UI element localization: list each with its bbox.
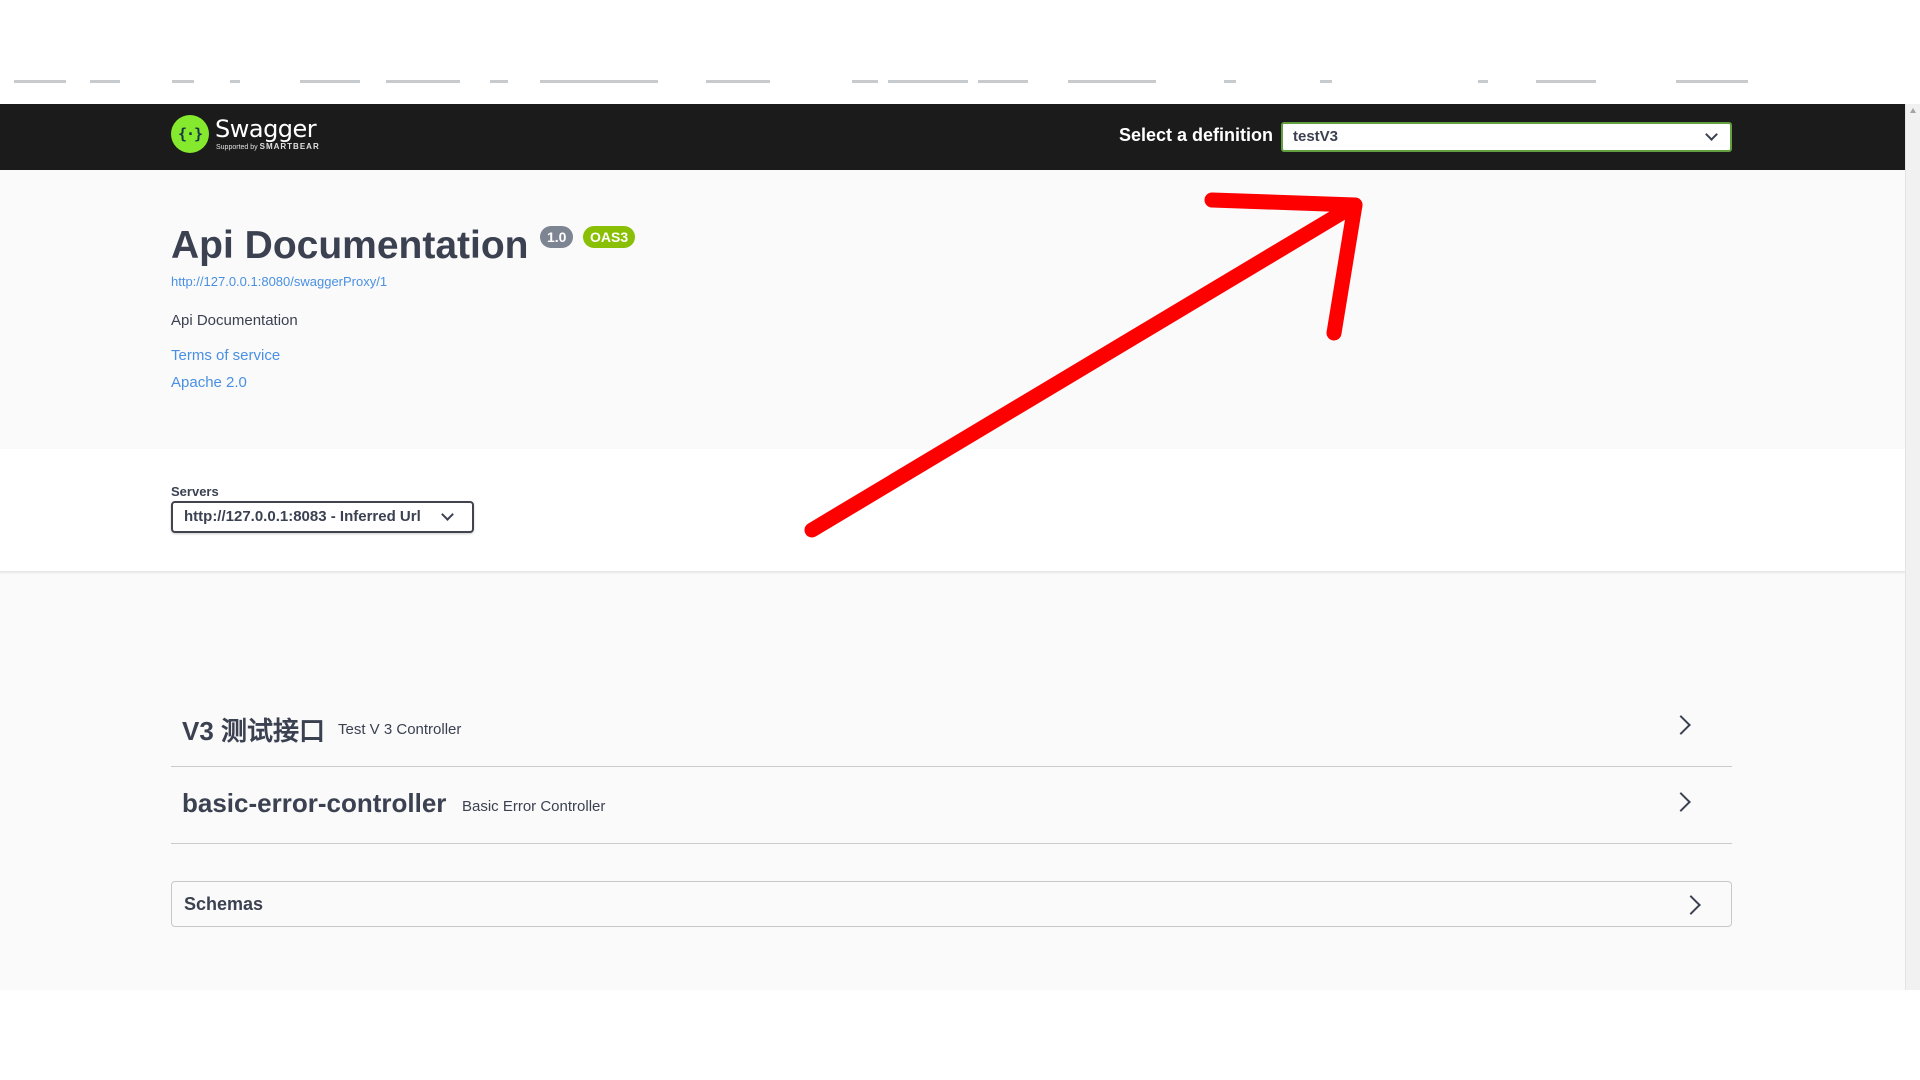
api-description: Api Documentation (171, 312, 298, 329)
page-scrollbar[interactable] (1905, 104, 1920, 990)
tag-name: basic-error-controller (182, 788, 447, 818)
swagger-logo[interactable]: {·} Swagger Supported by SMARTBEAR (171, 115, 320, 153)
logo-title: Swagger (215, 115, 317, 143)
license-link[interactable]: Apache 2.0 (171, 374, 247, 391)
servers-select[interactable]: http://127.0.0.1:8083 - Inferred Url (171, 501, 474, 533)
servers-section: Servers http://127.0.0.1:8083 - Inferred… (0, 449, 1905, 572)
chevron-down-icon (441, 508, 454, 521)
browser-bookmarks-bar (0, 80, 1905, 104)
definition-label: Select a definition (1119, 125, 1274, 145)
definition-select-value: testV3 (1293, 128, 1339, 145)
swagger-ui-page: {·} Swagger Supported by SMARTBEAR Selec… (0, 104, 1905, 990)
tag-description: Test V 3 Controller (338, 721, 462, 738)
oas-badge: OAS3 (583, 226, 636, 248)
schemas-title: Schemas (184, 894, 264, 914)
chevron-down-icon (1705, 128, 1718, 141)
chevron-right-icon[interactable] (1671, 715, 1691, 735)
logo-sub-prefix: Supported by (216, 144, 258, 151)
tag-name: V3 测试接口 (182, 716, 326, 746)
scroll-up-arrow-icon[interactable] (1910, 108, 1916, 113)
version-badge: 1.0 (540, 226, 574, 248)
logo-subtitle: Supported by SMARTBEAR (216, 142, 320, 152)
logo-text: Swagger Supported by SMARTBEAR (215, 116, 320, 152)
definition-select[interactable]: testV3 (1281, 122, 1732, 152)
tag-description: Basic Error Controller (462, 798, 606, 815)
screen: {·} Swagger Supported by SMARTBEAR Selec… (0, 0, 1920, 1080)
servers-select-value: http://127.0.0.1:8083 - Inferred Url (184, 508, 421, 525)
chevron-right-icon[interactable] (1671, 792, 1691, 812)
page-title: Api Documentation (171, 224, 529, 267)
tag-section-basic-error-controller[interactable]: basic-error-controller Basic Error Contr… (171, 767, 1732, 844)
swagger-braces-icon: {·} (171, 115, 209, 153)
chevron-right-icon[interactable] (1681, 895, 1701, 915)
tag-section-v3[interactable]: V3 测试接口 Test V 3 Controller (171, 690, 1732, 767)
base-url-link[interactable]: http://127.0.0.1:8080/swaggerProxy/1 (171, 274, 387, 289)
logo-sub-brand: SMARTBEAR (259, 142, 320, 151)
swagger-topbar: {·} Swagger Supported by SMARTBEAR Selec… (0, 104, 1905, 170)
servers-label: Servers (171, 484, 219, 499)
terms-of-service-link[interactable]: Terms of service (171, 347, 280, 364)
schemas-section[interactable]: Schemas (171, 881, 1732, 927)
